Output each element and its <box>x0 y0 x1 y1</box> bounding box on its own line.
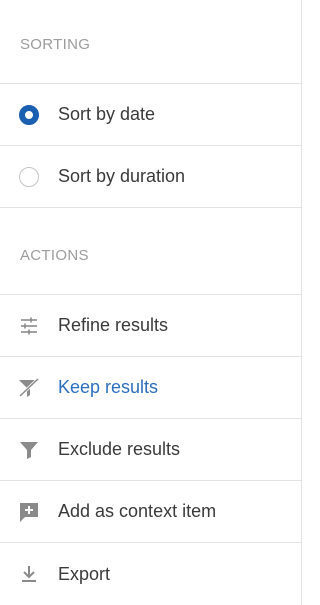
sliders-icon <box>16 313 42 339</box>
filter-icon <box>16 437 42 463</box>
radio-selected-icon[interactable] <box>16 102 42 128</box>
sort-by-date-option[interactable]: Sort by date <box>0 84 301 146</box>
sort-by-duration-label: Sort by duration <box>58 166 186 186</box>
add-as-context-item-label: Add as context item <box>58 501 217 521</box>
export-label: Export <box>58 563 111 584</box>
download-icon <box>16 561 42 587</box>
radio-unselected-icon[interactable] <box>16 164 42 190</box>
exclude-results-label: Exclude results <box>58 439 181 459</box>
filter-keep-icon <box>16 375 42 401</box>
refine-results-button[interactable]: Refine results <box>0 295 301 357</box>
keep-results-label: Keep results <box>58 377 159 397</box>
add-as-context-item-button[interactable]: Add as context item <box>0 481 301 543</box>
refine-results-label: Refine results <box>58 315 169 335</box>
actions-header: ACTIONS <box>0 208 301 295</box>
options-panel: SORTING Sort by date Sort by duration AC… <box>0 0 302 605</box>
exclude-results-button[interactable]: Exclude results <box>0 419 301 481</box>
export-button[interactable]: Export <box>0 543 301 605</box>
keep-results-button[interactable]: Keep results <box>0 357 301 419</box>
sort-by-date-label: Sort by date <box>58 104 156 124</box>
sorting-header: SORTING <box>0 0 301 84</box>
add-comment-icon <box>16 499 42 525</box>
sort-by-duration-option[interactable]: Sort by duration <box>0 146 301 208</box>
